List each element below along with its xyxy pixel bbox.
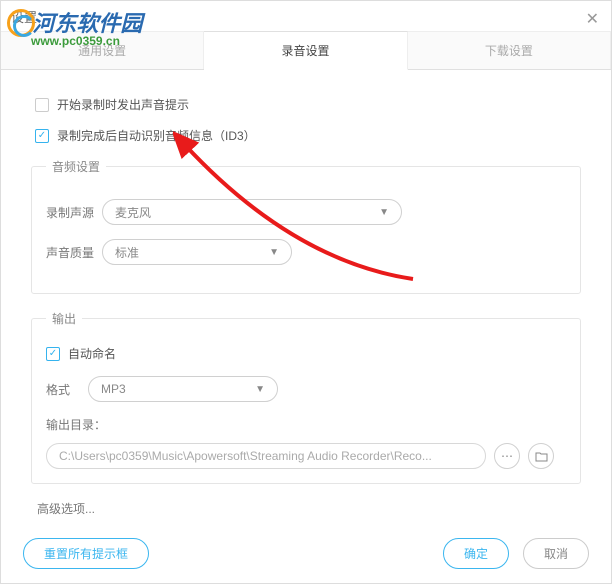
audio-legend: 音频设置 [46, 158, 106, 175]
output-legend: 输出 [46, 310, 82, 327]
checkbox-icon[interactable] [35, 98, 49, 112]
cancel-button[interactable]: 取消 [523, 538, 589, 569]
reset-button[interactable]: 重置所有提示框 [23, 538, 149, 569]
ok-button[interactable]: 确定 [443, 538, 509, 569]
format-value: MP3 [101, 382, 126, 396]
folder-open-icon[interactable] [528, 443, 554, 469]
quality-value: 标准 [115, 244, 139, 261]
format-label: 格式 [46, 381, 88, 398]
format-select[interactable]: MP3 ▼ [88, 376, 278, 402]
check-beep-start[interactable]: 开始录制时发出声音提示 [35, 96, 577, 113]
output-dir-value: C:\Users\pc0359\Music\Apowersoft\Streami… [59, 449, 432, 463]
settings-window: 设置 ✕ 河东软件园 www.pc0359.cn 通用设置 录音设置 下载设置 … [0, 0, 612, 584]
check-auto-name[interactable]: 自动命名 [46, 345, 566, 362]
check-id3-label: 录制完成后自动识别音频信息（ID3） [57, 127, 256, 144]
chevron-down-icon: ▼ [379, 207, 389, 218]
advanced-options-link[interactable]: 高级选项... [37, 500, 575, 517]
chevron-down-icon: ▼ [269, 247, 279, 258]
titlebar: 设置 ✕ [1, 1, 611, 31]
quality-select[interactable]: 标准 ▼ [102, 239, 292, 265]
window-title: 设置 [11, 10, 37, 25]
check-beep-label: 开始录制时发出声音提示 [57, 96, 189, 113]
checkbox-checked-icon[interactable] [35, 129, 49, 143]
more-icon[interactable]: ⋯ [494, 443, 520, 469]
audio-settings-group: 音频设置 录制声源 麦克风 ▼ 声音质量 标准 ▼ [31, 158, 581, 294]
close-icon[interactable]: ✕ [586, 9, 599, 29]
quality-label: 声音质量 [46, 244, 102, 261]
source-select[interactable]: 麦克风 ▼ [102, 199, 402, 225]
tabs: 通用设置 录音设置 下载设置 [1, 31, 611, 70]
source-value: 麦克风 [115, 204, 151, 221]
output-dir-label: 输出目录： [46, 416, 566, 433]
output-dir-field[interactable]: C:\Users\pc0359\Music\Apowersoft\Streami… [46, 443, 486, 469]
tab-general[interactable]: 通用设置 [1, 31, 204, 69]
tab-download[interactable]: 下载设置 [408, 31, 611, 69]
output-group: 输出 自动命名 格式 MP3 ▼ 输出目录： C:\Users\pc0359\M… [31, 310, 581, 484]
content: 开始录制时发出声音提示 录制完成后自动识别音频信息（ID3） 音频设置 录制声源… [1, 70, 611, 517]
auto-name-label: 自动命名 [68, 345, 116, 362]
tab-record[interactable]: 录音设置 [204, 31, 407, 70]
check-auto-id3[interactable]: 录制完成后自动识别音频信息（ID3） [35, 127, 577, 144]
checkbox-checked-icon[interactable] [46, 347, 60, 361]
chevron-down-icon: ▼ [255, 384, 265, 395]
button-bar: 重置所有提示框 确定 取消 [1, 538, 611, 569]
source-label: 录制声源 [46, 204, 102, 221]
